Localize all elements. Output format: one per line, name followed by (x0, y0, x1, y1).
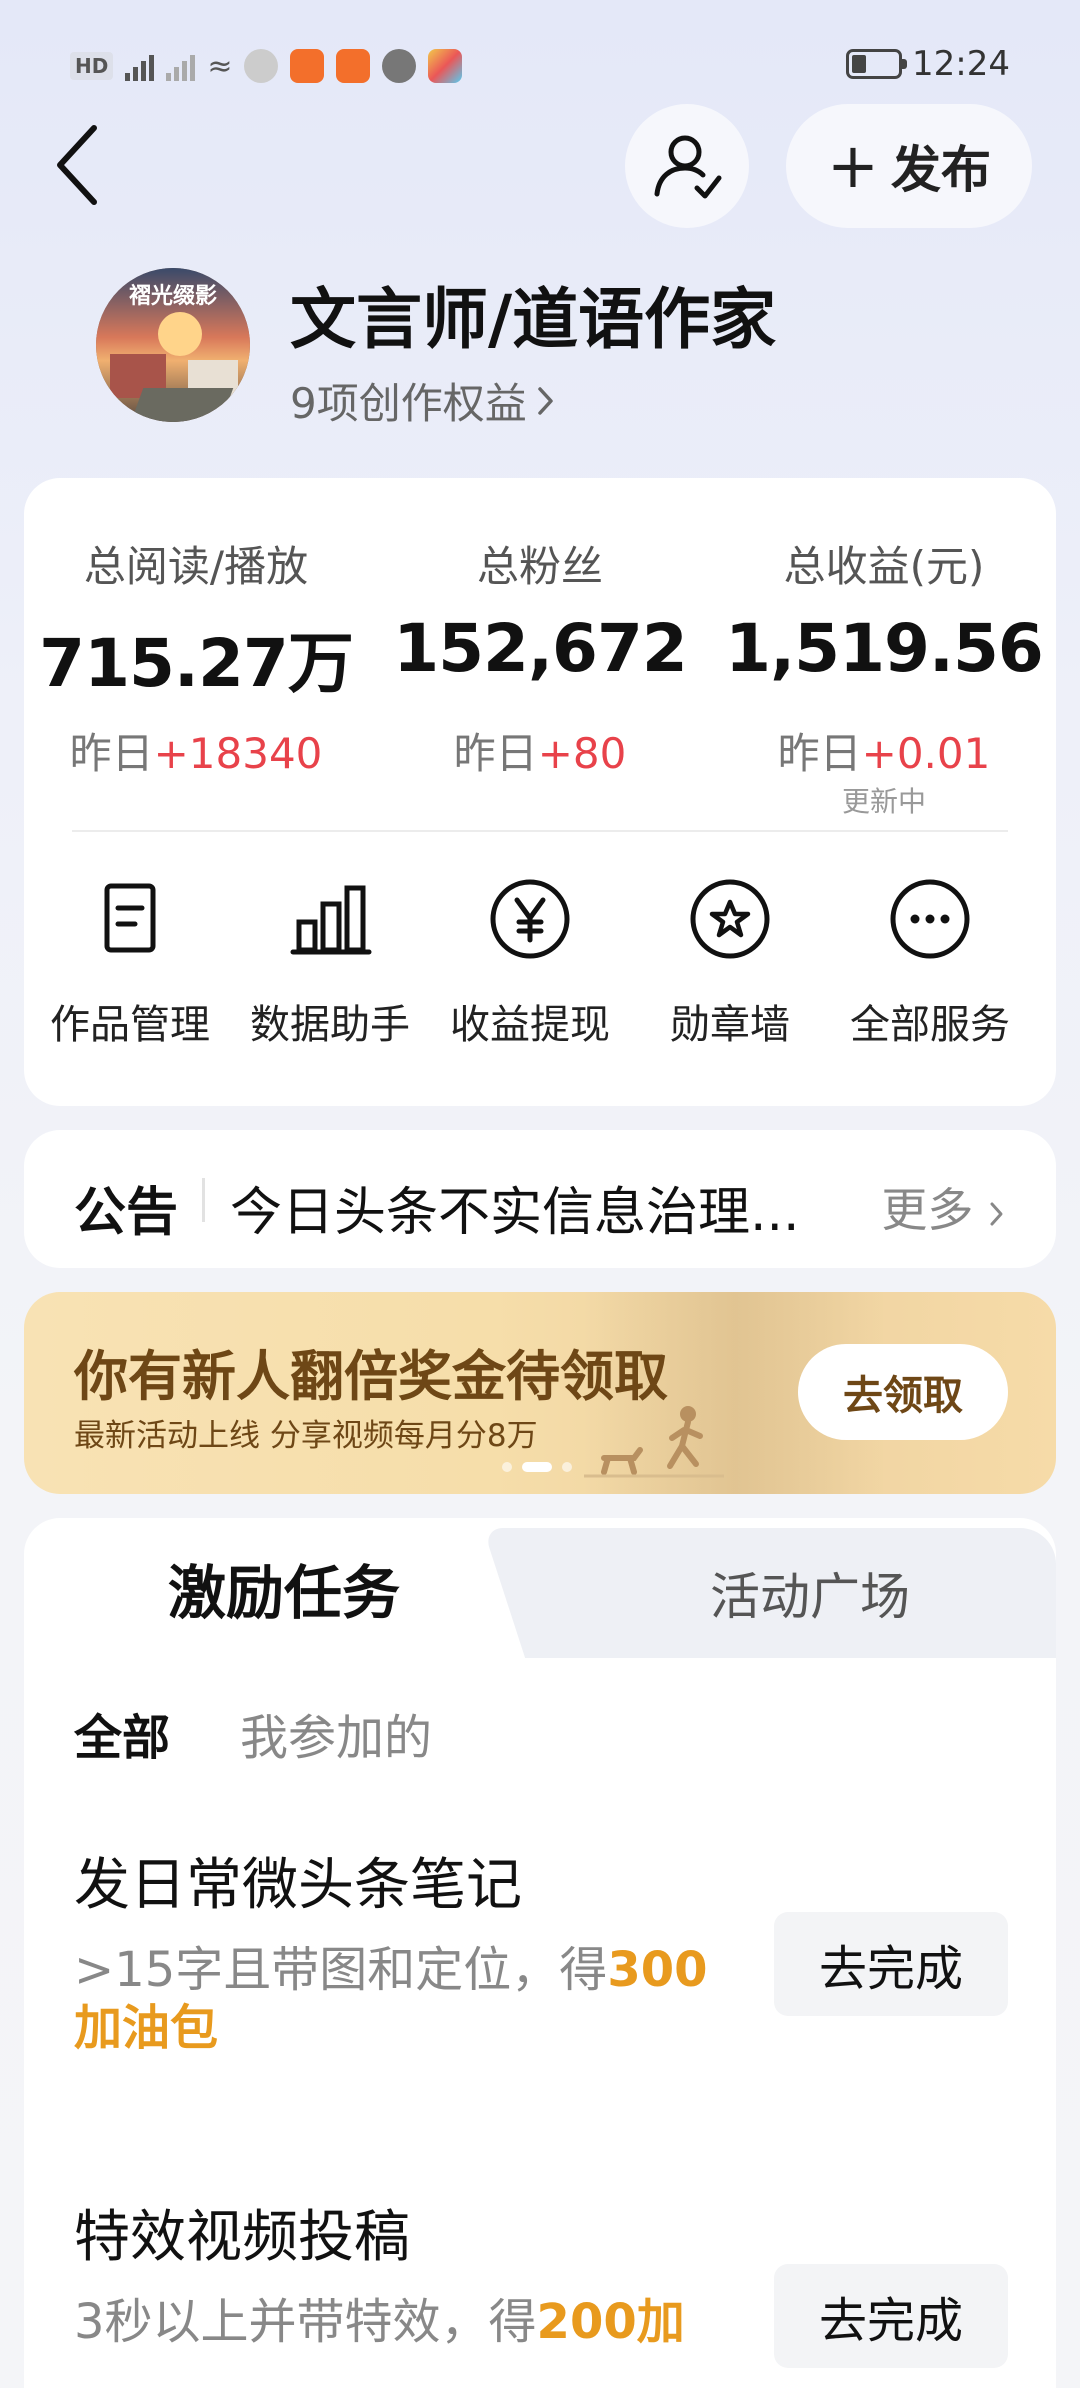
hd-indicator: HD (70, 52, 114, 80)
service-label: 勋章墙 (670, 1002, 790, 1048)
stat-label: 总阅读/播放 (83, 542, 309, 591)
task-complete-button[interactable]: 去完成 (774, 1912, 1008, 2016)
banner-subtitle: 最新活动上线 分享视频每月分8万 (74, 1418, 538, 1454)
service-label: 作品管理 (50, 1002, 210, 1048)
service-label: 全部服务 (850, 1002, 1010, 1048)
app-notification-icon (290, 49, 325, 83)
tasks-panel: 激励任务 活动广场 全部 我参加的 发日常微头条笔记 >15字且带图和定位，得3… (24, 1518, 1056, 2388)
avatar[interactable]: 褶光缀影 (96, 268, 250, 422)
announcement-text: 今日头条不实信息治理... (230, 1183, 800, 1243)
publish-label: 发布 (890, 141, 991, 199)
divider (72, 830, 1008, 832)
task-complete-button[interactable]: 去完成 (774, 2264, 1008, 2368)
service-all[interactable]: 全部服务 (830, 874, 1030, 1050)
task-description: 3秒以上并带特效，得200加 (74, 2294, 685, 2350)
app-notification-2-icon (336, 49, 371, 83)
avatar-caption: 褶光缀影 (128, 283, 217, 309)
stat-value: 152,672 (393, 610, 688, 687)
tab-activity-plaza[interactable]: 活动广场 (564, 1528, 1056, 1658)
stats-card: 总阅读/播放 715.27万 昨日+18340 总粉丝 152,672 昨日+8… (24, 478, 1056, 1106)
task-title: 特效视频投稿 (74, 2205, 410, 2270)
filter-all[interactable]: 全部 (74, 1698, 170, 1768)
service-withdraw[interactable]: 收益提现 (430, 874, 630, 1050)
more-label: 更多 (881, 1183, 974, 1237)
signal-strength-icon (125, 51, 155, 81)
chevron-right-icon (537, 386, 553, 415)
stat-updating-note: 更新中 (841, 785, 926, 818)
service-data-assistant[interactable]: 数据助手 (230, 874, 430, 1050)
stat-value: 715.27万 (39, 625, 354, 702)
service-medal-wall[interactable]: 勋章墙 (630, 874, 830, 1050)
back-button[interactable] (48, 120, 108, 210)
more-dots-icon (890, 879, 970, 959)
status-icons-right: 12:24 (846, 44, 1010, 84)
chevron-right-icon (990, 1202, 1003, 1225)
wechat-icon (244, 49, 279, 83)
runner-with-dog-image (584, 1406, 724, 1478)
wifi-icon: ≈ (207, 48, 233, 84)
document-icon (104, 883, 156, 953)
filter-joined[interactable]: 我参加的 (240, 1698, 432, 1768)
creator-rights-link[interactable]: 9项创作权益 (290, 370, 557, 431)
stat-value: 1,519.56 (725, 610, 1044, 687)
battery-icon (846, 49, 908, 79)
stat-yesterday: 昨日+80 (453, 729, 627, 778)
creator-rights-label: 9项创作权益 (290, 379, 527, 428)
announcement-more-link[interactable]: 更多 (881, 1174, 1006, 1240)
divider (202, 1178, 205, 1222)
signal-strength-2-icon (166, 51, 196, 81)
publish-button[interactable]: + 发布 (786, 104, 1032, 228)
service-works-management[interactable]: 作品管理 (30, 874, 230, 1050)
chevron-left-icon (57, 125, 97, 205)
banner-title: 你有新人翻倍奖金待领取 (74, 1345, 668, 1408)
task-item: 发日常微头条笔记 >15字且带图和定位，得300加油包 去完成 (74, 1840, 1014, 2057)
plus-icon: + (827, 129, 879, 202)
announcement-tag: 公告 (74, 1183, 179, 1243)
status-icons-left: HD ≈ (70, 46, 463, 86)
stat-yesterday: 昨日+0.01 (777, 729, 991, 778)
announcement-bar[interactable]: 公告 今日头条不实信息治理... 更多 (24, 1130, 1056, 1268)
user-check-icon (654, 135, 722, 199)
task-title: 发日常微头条笔记 (74, 1853, 522, 1918)
yen-coin-icon (490, 879, 570, 959)
stat-label: 总收益(元) (783, 542, 985, 591)
task-description: >15字且带图和定位，得300加油包 (74, 1942, 708, 2056)
carousel-indicator (502, 1462, 572, 1472)
claim-button[interactable]: 去领取 (798, 1344, 1008, 1440)
clock: 12:24 (912, 44, 1010, 84)
medal-star-icon (690, 879, 770, 959)
tab-incentive-tasks[interactable]: 激励任务 (24, 1518, 544, 1658)
service-label: 收益提现 (450, 1002, 610, 1048)
promo-banner[interactable]: 你有新人翻倍奖金待领取 最新活动上线 分享视频每月分8万 去领取 (24, 1292, 1056, 1494)
account-switch-button[interactable] (625, 104, 749, 228)
task-item: 特效视频投稿 3秒以上并带特效，得200加 去完成 (74, 2192, 1014, 2368)
service-label: 数据助手 (250, 1002, 410, 1048)
app-multicolor-icon (428, 49, 463, 83)
message-bubble-icon (382, 49, 417, 83)
stat-yesterday: 昨日+18340 (69, 729, 323, 778)
account-name: 文言师/道语作家 (290, 281, 777, 358)
stat-label: 总粉丝 (476, 542, 603, 591)
bar-chart-icon (290, 885, 372, 955)
